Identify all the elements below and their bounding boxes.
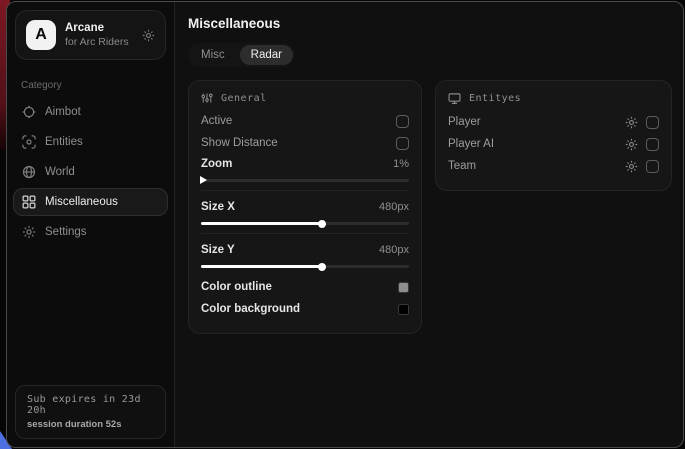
- app-title: Arcane: [65, 21, 133, 35]
- slider-value: 1%: [393, 158, 409, 170]
- logo-settings-icon[interactable]: [142, 29, 155, 42]
- main-content: Miscellaneous Misc Radar: [175, 2, 684, 447]
- gear-icon: [22, 225, 36, 239]
- size-x-slider-group: Size X 480px: [201, 197, 409, 225]
- color-label: Color background: [201, 303, 300, 315]
- toggle-row-active: Active: [201, 110, 409, 132]
- show-distance-checkbox[interactable]: [396, 137, 409, 150]
- size-y-slider[interactable]: [201, 265, 409, 268]
- divider: [201, 233, 409, 234]
- color-row-outline: Color outline: [201, 276, 409, 298]
- player-ai-settings-gear-icon[interactable]: [625, 138, 638, 151]
- general-panel-title: General: [221, 93, 267, 104]
- entity-controls: [625, 160, 659, 173]
- entity-row-player: Player: [448, 111, 659, 133]
- sidebar-item-settings[interactable]: Settings: [13, 218, 168, 246]
- app-logo: A: [26, 20, 56, 50]
- entities-panel: Entityes Player: [435, 80, 672, 191]
- slider-thumb[interactable]: [318, 263, 326, 271]
- app-logo-letter: A: [35, 26, 47, 44]
- sub-expires-text: Sub expires in 23d 20h: [27, 394, 154, 416]
- app-window: A Arcane for Arc Riders Category: [6, 1, 684, 448]
- color-outline-swatch[interactable]: [398, 282, 409, 293]
- tab-misc[interactable]: Misc: [190, 45, 236, 65]
- logo-text: Arcane for Arc Riders: [65, 21, 133, 49]
- sidebar-item-label: Settings: [45, 226, 87, 238]
- entity-controls: [625, 116, 659, 129]
- size-y-slider-group: Size Y 480px: [201, 240, 409, 268]
- team-checkbox[interactable]: [646, 160, 659, 173]
- category-label: Category: [21, 80, 160, 91]
- team-settings-gear-icon[interactable]: [625, 160, 638, 173]
- toggle-row-show-distance: Show Distance: [201, 132, 409, 154]
- player-checkbox[interactable]: [646, 116, 659, 129]
- crosshair-icon: [22, 105, 36, 119]
- entity-label: Player AI: [448, 138, 494, 150]
- entity-row-team: Team: [448, 155, 659, 177]
- panels-row: General Active Show Distance Zoom 1%: [188, 80, 672, 334]
- general-panel-header: General: [201, 92, 409, 104]
- player-settings-gear-icon[interactable]: [625, 116, 638, 129]
- zoom-slider[interactable]: [201, 179, 409, 182]
- slider-label: Size X: [201, 201, 235, 213]
- divider: [201, 190, 409, 191]
- entities-panel-header: Entityes: [448, 92, 659, 105]
- slider-label-row: Size Y 480px: [201, 240, 409, 260]
- entities-panel-title: Entityes: [469, 93, 521, 104]
- sidebar-item-aimbot[interactable]: Aimbot: [13, 98, 168, 126]
- color-background-swatch[interactable]: [398, 304, 409, 315]
- sidebar-item-label: Miscellaneous: [45, 196, 118, 208]
- entity-row-player-ai: Player AI: [448, 133, 659, 155]
- monitor-icon: [448, 92, 461, 105]
- color-label: Color outline: [201, 281, 272, 293]
- subscription-status-card: Sub expires in 23d 20h session duration …: [15, 385, 166, 439]
- slider-value: 480px: [379, 244, 409, 256]
- scan-eye-icon: [22, 135, 36, 149]
- sidebar-nav: Aimbot Entities: [7, 97, 174, 247]
- sidebar-item-label: World: [45, 166, 75, 178]
- page-title: Miscellaneous: [188, 16, 672, 31]
- toggle-label: Show Distance: [201, 137, 278, 149]
- sidebar-item-miscellaneous[interactable]: Miscellaneous: [13, 188, 168, 216]
- toggle-label: Active: [201, 115, 232, 127]
- general-panel: General Active Show Distance Zoom 1%: [188, 80, 422, 334]
- sidebar: A Arcane for Arc Riders Category: [7, 2, 175, 447]
- globe-icon: [22, 165, 36, 179]
- tab-bar: Misc Radar: [188, 43, 295, 67]
- sidebar-item-world[interactable]: World: [13, 158, 168, 186]
- app-subtitle: for Arc Riders: [65, 36, 133, 49]
- zoom-slider-group: Zoom 1%: [201, 154, 409, 182]
- active-checkbox[interactable]: [396, 115, 409, 128]
- grid-icon: [22, 195, 36, 209]
- slider-fill: [201, 222, 322, 225]
- logo-card: A Arcane for Arc Riders: [15, 10, 166, 60]
- slider-label: Size Y: [201, 244, 235, 256]
- sidebar-item-entities[interactable]: Entities: [13, 128, 168, 156]
- entity-label: Team: [448, 160, 476, 172]
- slider-thumb[interactable]: [200, 176, 207, 184]
- slider-fill: [201, 265, 322, 268]
- slider-label-row: Size X 480px: [201, 197, 409, 217]
- sliders-icon: [201, 92, 213, 104]
- sidebar-item-label: Aimbot: [45, 106, 81, 118]
- slider-label-row: Zoom 1%: [201, 154, 409, 174]
- entity-controls: [625, 138, 659, 151]
- size-x-slider[interactable]: [201, 222, 409, 225]
- entity-label: Player: [448, 116, 481, 128]
- tab-radar[interactable]: Radar: [240, 45, 293, 65]
- sidebar-item-label: Entities: [45, 136, 83, 148]
- slider-label: Zoom: [201, 158, 232, 170]
- session-duration-text: session duration 52s: [27, 419, 154, 430]
- color-row-background: Color background: [201, 298, 409, 320]
- player-ai-checkbox[interactable]: [646, 138, 659, 151]
- slider-thumb[interactable]: [318, 220, 326, 228]
- slider-value: 480px: [379, 201, 409, 213]
- screen: A Arcane for Arc Riders Category: [0, 0, 685, 449]
